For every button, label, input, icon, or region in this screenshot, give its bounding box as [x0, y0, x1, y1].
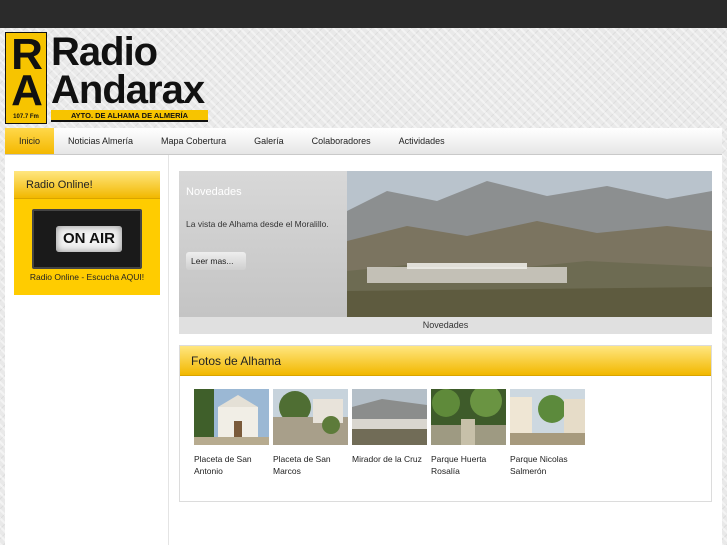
gallery-label: Parque Huerta Rosalía	[431, 454, 487, 476]
slide-image-alhama-view[interactable]	[347, 171, 712, 317]
gallery-label: Parque Nicolas Salmerón	[510, 454, 568, 476]
gallery-label: Placeta de San Antonio	[194, 454, 252, 476]
nav-item-colaboradores[interactable]: Colaboradores	[298, 128, 385, 154]
slide-title: Novedades	[186, 186, 242, 198]
nav-item-inicio[interactable]: Inicio	[5, 128, 55, 154]
nav-item-galeria[interactable]: Galería	[240, 128, 298, 154]
gallery-item[interactable]: Parque Nicolas Salmerón	[510, 389, 585, 477]
gallery-thumbnail[interactable]	[431, 389, 506, 445]
left-sidebar: Radio Online! ON AIR Radio Online - Escu…	[5, 155, 169, 545]
on-air-banner[interactable]: ON AIR	[32, 209, 142, 269]
top-bar	[0, 0, 727, 28]
page-content: Radio Online! ON AIR Radio Online - Escu…	[5, 155, 722, 545]
gallery-thumbnail[interactable]	[352, 389, 427, 445]
gallery-item[interactable]: Mirador de la Cruz	[352, 389, 427, 477]
nav-item-noticias-almeria[interactable]: Noticias Almería	[54, 128, 147, 154]
fotos-title: Fotos de Alhama	[180, 346, 711, 376]
logo-tagline: AYTO. DE ALHAMA DE ALMERÍA	[51, 110, 208, 122]
news-slider: Novedades La vista de Alhama desde el Mo…	[179, 171, 712, 334]
logo-frequency: 107.7 Fm	[13, 114, 39, 120]
photo-gallery: Placeta de San Antonio Placeta de San Ma…	[194, 389, 585, 477]
on-air-sign: ON AIR	[56, 226, 122, 252]
nav-item-actividades[interactable]: Actividades	[385, 128, 459, 154]
radio-online-title: Radio Online!	[14, 171, 160, 199]
logo-letter-a: A	[11, 66, 43, 115]
gallery-thumbnail[interactable]	[273, 389, 348, 445]
slide-description: La vista de Alhama desde el Moralillo.	[186, 219, 329, 229]
gallery-thumbnail[interactable]	[510, 389, 585, 445]
radio-online-box: Radio Online! ON AIR Radio Online - Escu…	[14, 171, 160, 295]
gallery-item[interactable]: Placeta de San Antonio	[194, 389, 269, 477]
slide-text-panel: Novedades La vista de Alhama desde el Mo…	[179, 171, 347, 317]
gallery-label: Mirador de la Cruz	[352, 454, 422, 464]
gallery-item[interactable]: Placeta de San Marcos	[273, 389, 348, 477]
site-header: R A 107.7 Fm Radio Andarax AYTO. DE ALHA…	[0, 28, 727, 128]
gallery-label: Placeta de San Marcos	[273, 454, 331, 476]
logo-word-andarax: Andarax	[51, 68, 205, 112]
landscape-image	[347, 171, 712, 317]
gallery-item[interactable]: Parque Huerta Rosalía	[431, 389, 506, 477]
gallery-thumbnail[interactable]	[194, 389, 269, 445]
main-nav: Inicio Noticias Almería Mapa Cobertura G…	[5, 128, 722, 155]
slider-caption: Novedades	[179, 317, 712, 334]
site-logo[interactable]: R A 107.7 Fm Radio Andarax AYTO. DE ALHA…	[5, 30, 208, 124]
read-more-button[interactable]: Leer mas...	[186, 252, 246, 270]
radio-online-link[interactable]: Radio Online - Escucha AQUI!	[14, 272, 160, 282]
nav-item-mapa-cobertura[interactable]: Mapa Cobertura	[147, 128, 240, 154]
logo-ra-block: R A 107.7 Fm	[5, 32, 47, 124]
fotos-de-alhama-panel: Fotos de Alhama Placeta de San Antonio P…	[179, 345, 712, 502]
